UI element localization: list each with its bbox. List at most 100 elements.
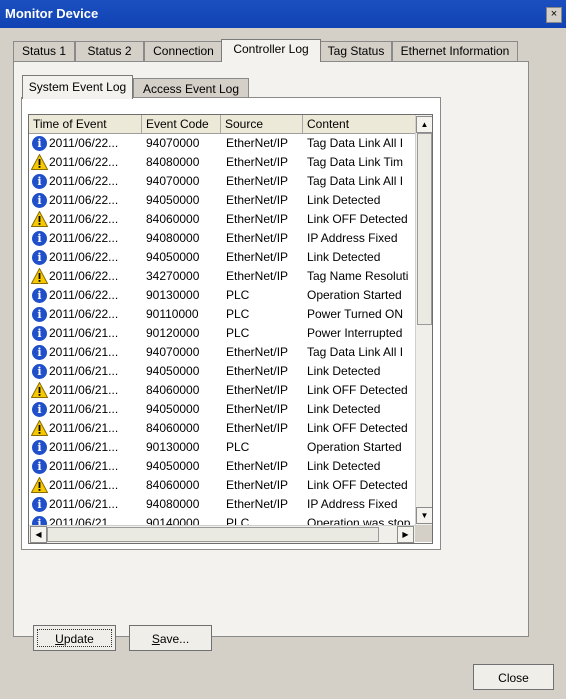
- table-row[interactable]: i 2011/06/22... 94050000 EtherNet/IP Link De…: [29, 191, 415, 210]
- table-row[interactable]: i 2011/06/21... 94050000 EtherNet/IP Link De…: [29, 362, 415, 381]
- horizontal-scrollbar[interactable]: ◀ ▶: [29, 525, 415, 543]
- column-header-source[interactable]: Source: [221, 115, 303, 133]
- cell-content: Operation Started: [307, 288, 402, 302]
- info-icon: i: [32, 193, 47, 208]
- cell-time: 2011/06/21...: [49, 383, 119, 397]
- table-row[interactable]: i 2011/06/21... 90120000 PLC Power Interrupt…: [29, 324, 415, 343]
- column-header-time[interactable]: Time of Event: [29, 115, 142, 133]
- table-row[interactable]: i 2011/06/21... 90130000 PLC Operation Start…: [29, 438, 415, 457]
- cell-time: 2011/06/21...: [49, 326, 119, 340]
- table-row[interactable]: i 2011/06/22... 90130000 PLC Operation Start…: [29, 286, 415, 305]
- cell-time: 2011/06/22...: [49, 212, 119, 226]
- info-icon: i: [32, 250, 47, 265]
- info-icon: i: [32, 459, 47, 474]
- cell-code: 90130000: [146, 288, 200, 302]
- cell-code: 94050000: [146, 402, 200, 416]
- cell-time: 2011/06/22...: [49, 136, 119, 150]
- cell-code: 94050000: [146, 364, 200, 378]
- vertical-scroll-thumb[interactable]: [417, 133, 432, 325]
- cell-source: EtherNet/IP: [226, 136, 289, 150]
- tab-connection[interactable]: Connection: [144, 41, 223, 61]
- table-row[interactable]: 2011/06/22... 34270000 EtherNet/IP Tag Name…: [29, 267, 415, 286]
- table-row[interactable]: i 2011/06/22... 94070000 EtherNet/IP Tag Dat…: [29, 134, 415, 153]
- table-row[interactable]: 2011/06/21... 84060000 EtherNet/IP Link OFF…: [29, 476, 415, 495]
- cell-content: Link Detected: [307, 250, 381, 264]
- table-row[interactable]: i 2011/06/22... 94070000 EtherNet/IP Tag Dat…: [29, 172, 415, 191]
- cell-source: PLC: [226, 307, 250, 321]
- cell-code: 84060000: [146, 478, 200, 492]
- table-row[interactable]: 2011/06/22... 84080000 EtherNet/IP Tag Data…: [29, 153, 415, 172]
- cell-source: PLC: [226, 326, 250, 340]
- tab-system-event-log[interactable]: System Event Log: [22, 75, 133, 99]
- scroll-corner: [415, 525, 432, 542]
- horizontal-scroll-thumb[interactable]: [47, 527, 379, 542]
- cell-source: EtherNet/IP: [226, 364, 289, 378]
- cell-source: EtherNet/IP: [226, 383, 289, 397]
- cell-code: 94050000: [146, 459, 200, 473]
- table-row[interactable]: i 2011/06/21... 94050000 EtherNet/IP Link De…: [29, 457, 415, 476]
- info-icon: i: [32, 136, 47, 151]
- scroll-left-icon[interactable]: ◀: [30, 526, 47, 543]
- table-row[interactable]: i 2011/06/22... 90110000 PLC Power Turned ON: [29, 305, 415, 324]
- tab-controller-log[interactable]: Controller Log: [221, 39, 321, 62]
- cell-time: 2011/06/22...: [49, 193, 119, 207]
- info-icon: i: [32, 307, 47, 322]
- cell-time: 2011/06/21...: [49, 478, 119, 492]
- info-icon: i: [32, 174, 47, 189]
- scroll-down-icon[interactable]: ▼: [416, 507, 432, 524]
- cell-source: EtherNet/IP: [226, 269, 289, 283]
- warning-icon: [31, 382, 48, 398]
- title-bar[interactable]: Monitor Device ×: [0, 0, 566, 28]
- warning-icon: [31, 211, 48, 227]
- tab-status-2[interactable]: Status 2: [75, 41, 144, 61]
- cell-time: 2011/06/21...: [49, 345, 119, 359]
- cell-code: 94070000: [146, 136, 200, 150]
- system-event-log-panel: Time of Event Event Code Source Content …: [21, 97, 441, 550]
- info-icon: i: [32, 231, 47, 246]
- table-row[interactable]: 2011/06/21... 84060000 EtherNet/IP Link OFF…: [29, 381, 415, 400]
- tab-tag-status[interactable]: Tag Status: [320, 41, 392, 61]
- tab-access-event-log[interactable]: Access Event Log: [133, 78, 249, 99]
- cell-source: EtherNet/IP: [226, 402, 289, 416]
- cell-time: 2011/06/22...: [49, 155, 119, 169]
- info-icon: i: [32, 364, 47, 379]
- scroll-up-icon[interactable]: ▲: [416, 116, 432, 133]
- save-accel: S: [151, 632, 160, 646]
- save-button[interactable]: Save...: [129, 625, 212, 651]
- cell-time: 2011/06/22...: [49, 269, 119, 283]
- vertical-scrollbar[interactable]: ▲ ▼: [415, 115, 432, 525]
- cell-source: EtherNet/IP: [226, 231, 289, 245]
- table-row[interactable]: i 2011/06/22... 94050000 EtherNet/IP Link De…: [29, 248, 415, 267]
- table-row[interactable]: 2011/06/21... 84060000 EtherNet/IP Link OFF…: [29, 419, 415, 438]
- cell-content: Link OFF Detected: [307, 383, 408, 397]
- close-icon[interactable]: ×: [546, 7, 562, 23]
- tab-status-1[interactable]: Status 1: [13, 41, 75, 61]
- close-button[interactable]: Close: [473, 664, 554, 690]
- scroll-right-icon[interactable]: ▶: [397, 526, 414, 543]
- tab-ethernet-information[interactable]: Ethernet Information: [392, 41, 518, 61]
- warning-icon: [31, 154, 48, 170]
- cell-time: 2011/06/22...: [49, 174, 119, 188]
- event-log-table[interactable]: Time of Event Event Code Source Content …: [28, 114, 433, 544]
- cell-code: 84080000: [146, 155, 200, 169]
- cell-content: Tag Data Link All I: [307, 136, 404, 150]
- cell-source: EtherNet/IP: [226, 478, 289, 492]
- table-row[interactable]: i 2011/06/21... 94050000 EtherNet/IP Link De…: [29, 400, 415, 419]
- table-row[interactable]: i 2011/06/21... 94070000 EtherNet/IP Tag Dat…: [29, 343, 415, 362]
- cell-content: IP Address Fixed: [307, 231, 398, 245]
- cell-code: 94070000: [146, 345, 200, 359]
- cell-content: Link OFF Detected: [307, 478, 408, 492]
- cell-content: Link Detected: [307, 459, 381, 473]
- info-icon: i: [32, 440, 47, 455]
- cell-source: EtherNet/IP: [226, 345, 289, 359]
- cell-source: EtherNet/IP: [226, 459, 289, 473]
- update-button[interactable]: Update: [33, 625, 116, 651]
- column-header-content[interactable]: Content: [303, 115, 415, 133]
- cell-content: Power Interrupted: [307, 326, 403, 340]
- table-row[interactable]: i 2011/06/21... 94080000 EtherNet/IP IP Addr…: [29, 495, 415, 514]
- cell-content: Tag Data Link All I: [307, 174, 404, 188]
- cell-time: 2011/06/21...: [49, 440, 119, 454]
- table-row[interactable]: 2011/06/22... 84060000 EtherNet/IP Link OFF…: [29, 210, 415, 229]
- column-header-event-code[interactable]: Event Code: [142, 115, 221, 133]
- table-row[interactable]: i 2011/06/22... 94080000 EtherNet/IP IP Addr…: [29, 229, 415, 248]
